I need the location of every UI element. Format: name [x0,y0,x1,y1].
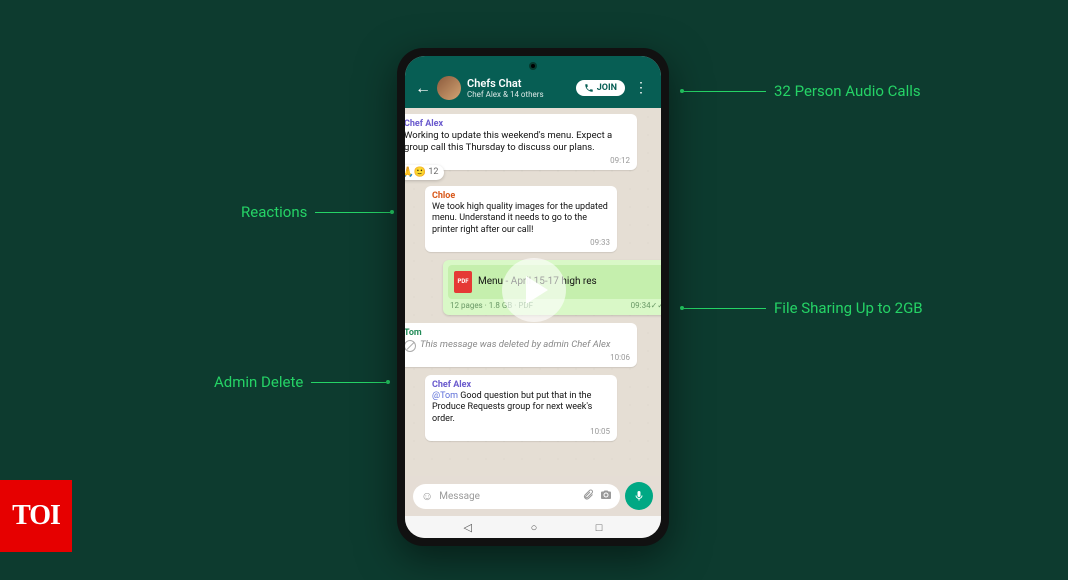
deleted-text: This message was deleted by admin Chef A… [420,339,610,351]
message-input[interactable]: ☺ Message [413,484,620,509]
callout-admin-delete: Admin Delete [214,373,386,391]
sender-name: Tom [405,328,630,338]
join-call-button[interactable]: JOIN [576,80,625,96]
callout-file-sharing: File Sharing Up to 2GB [684,299,923,317]
message-time: 09:33 [432,238,610,247]
callout-line [684,308,766,309]
emoji-icon[interactable]: ☺ [421,489,433,503]
callout-label: Reactions [241,203,307,221]
mention[interactable]: @Tom [432,391,458,401]
deleted-icon [405,340,416,352]
message-time: 10:06 [405,353,630,362]
message-bubble[interactable]: Tom This message was deleted by admin Ch… [405,323,637,367]
deleted-message: This message was deleted by admin Chef A… [405,339,630,352]
toi-logo-badge: TOI [0,480,72,552]
reaction-emojis: 👍🙏🙂 [405,167,426,178]
input-placeholder: Message [439,491,576,502]
camera-icon[interactable] [600,489,612,504]
message-time: 10:05 [432,427,610,436]
play-button-overlay[interactable] [502,258,566,322]
callout-reactions: Reactions [241,203,390,221]
callout-label: File Sharing Up to 2GB [774,299,923,317]
message-bubble[interactable]: Chef Alex @Tom Good question but put tha… [425,375,617,441]
callout-line [315,212,390,213]
join-label: JOIN [597,83,617,93]
group-avatar[interactable] [437,76,461,100]
toi-text: TOI [12,500,60,532]
mic-button[interactable] [625,482,653,510]
message-bubble[interactable]: Chef Alex Working to update this weekend… [405,114,637,170]
more-options-icon[interactable]: ⋮ [631,80,651,96]
header-text[interactable]: Chefs Chat Chef Alex & 14 others [467,77,570,99]
message-text: We took high quality images for the upda… [432,202,610,237]
sender-name: Chloe [432,191,610,201]
chat-subtitle: Chef Alex & 14 others [467,90,570,99]
message-text: @Tom Good question but put that in the P… [432,391,610,426]
message-time: 09:34✓✓ [631,301,661,310]
reactions-pill[interactable]: 👍🙏🙂 12 [405,165,444,180]
message-bubble[interactable]: Chloe We took high quality images for th… [425,186,617,252]
message-text: Working to update this weekend's menu. E… [405,130,630,155]
message-time: 09:12 [405,156,630,165]
phone-icon [584,83,594,93]
nav-home-icon[interactable]: ○ [531,521,538,534]
callout-line [311,382,386,383]
camera-hole [529,62,537,70]
attach-icon[interactable] [582,489,594,504]
sender-name: Chef Alex [432,380,610,390]
back-icon[interactable]: ← [415,78,431,98]
mic-icon [633,490,645,502]
callout-audio-calls: 32 Person Audio Calls [684,82,921,100]
callout-line [684,91,766,92]
pdf-icon: PDF [454,271,472,293]
callout-label: 32 Person Audio Calls [774,82,921,100]
nav-recents-icon[interactable]: □ [596,521,603,534]
nav-back-icon[interactable]: ◁ [464,521,472,534]
callout-label: Admin Delete [214,373,303,391]
chat-title: Chefs Chat [467,77,570,90]
reaction-count: 12 [428,167,438,177]
sender-name: Chef Alex [405,119,630,129]
input-bar: ☺ Message [405,476,661,516]
android-nav-bar: ◁ ○ □ [405,516,661,538]
